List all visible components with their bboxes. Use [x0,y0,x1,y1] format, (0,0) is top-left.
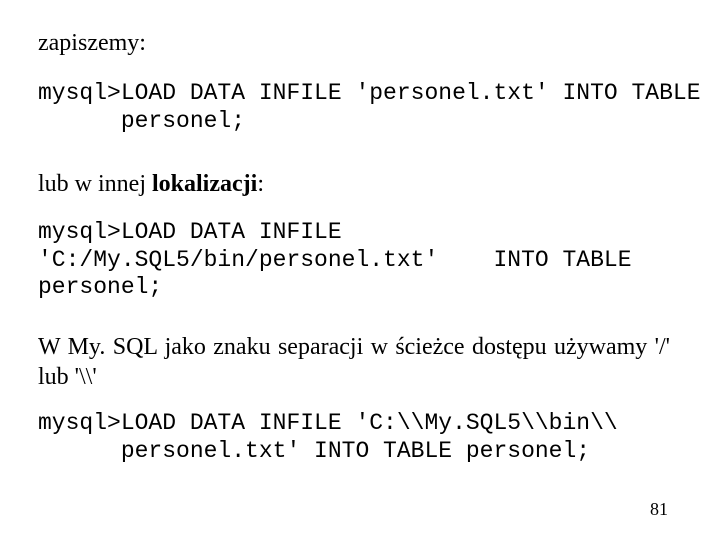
document-page: zapiszemy: mysql>LOAD DATA INFILE 'perso… [0,0,720,540]
code-block-3: mysql>LOAD DATA INFILE 'C:\\My.SQL5\\bin… [38,410,670,465]
para2-pre: lub w innej [38,171,152,197]
code-block-1: mysql>LOAD DATA INFILE 'personel.txt' IN… [38,80,670,135]
page-number: 81 [650,499,668,520]
code-block-2: mysql>LOAD DATA INFILE 'C:/My.SQL5/bin/p… [38,219,670,302]
paragraph-intro: zapiszemy: [38,28,670,58]
paragraph-separator-note: W My. SQL jako znaku separacji w ścieżce… [38,332,670,392]
para2-bold: lokalizacji [152,171,257,197]
paragraph-location: lub w innej lokalizacji: [38,169,670,199]
para2-post: : [257,171,264,197]
